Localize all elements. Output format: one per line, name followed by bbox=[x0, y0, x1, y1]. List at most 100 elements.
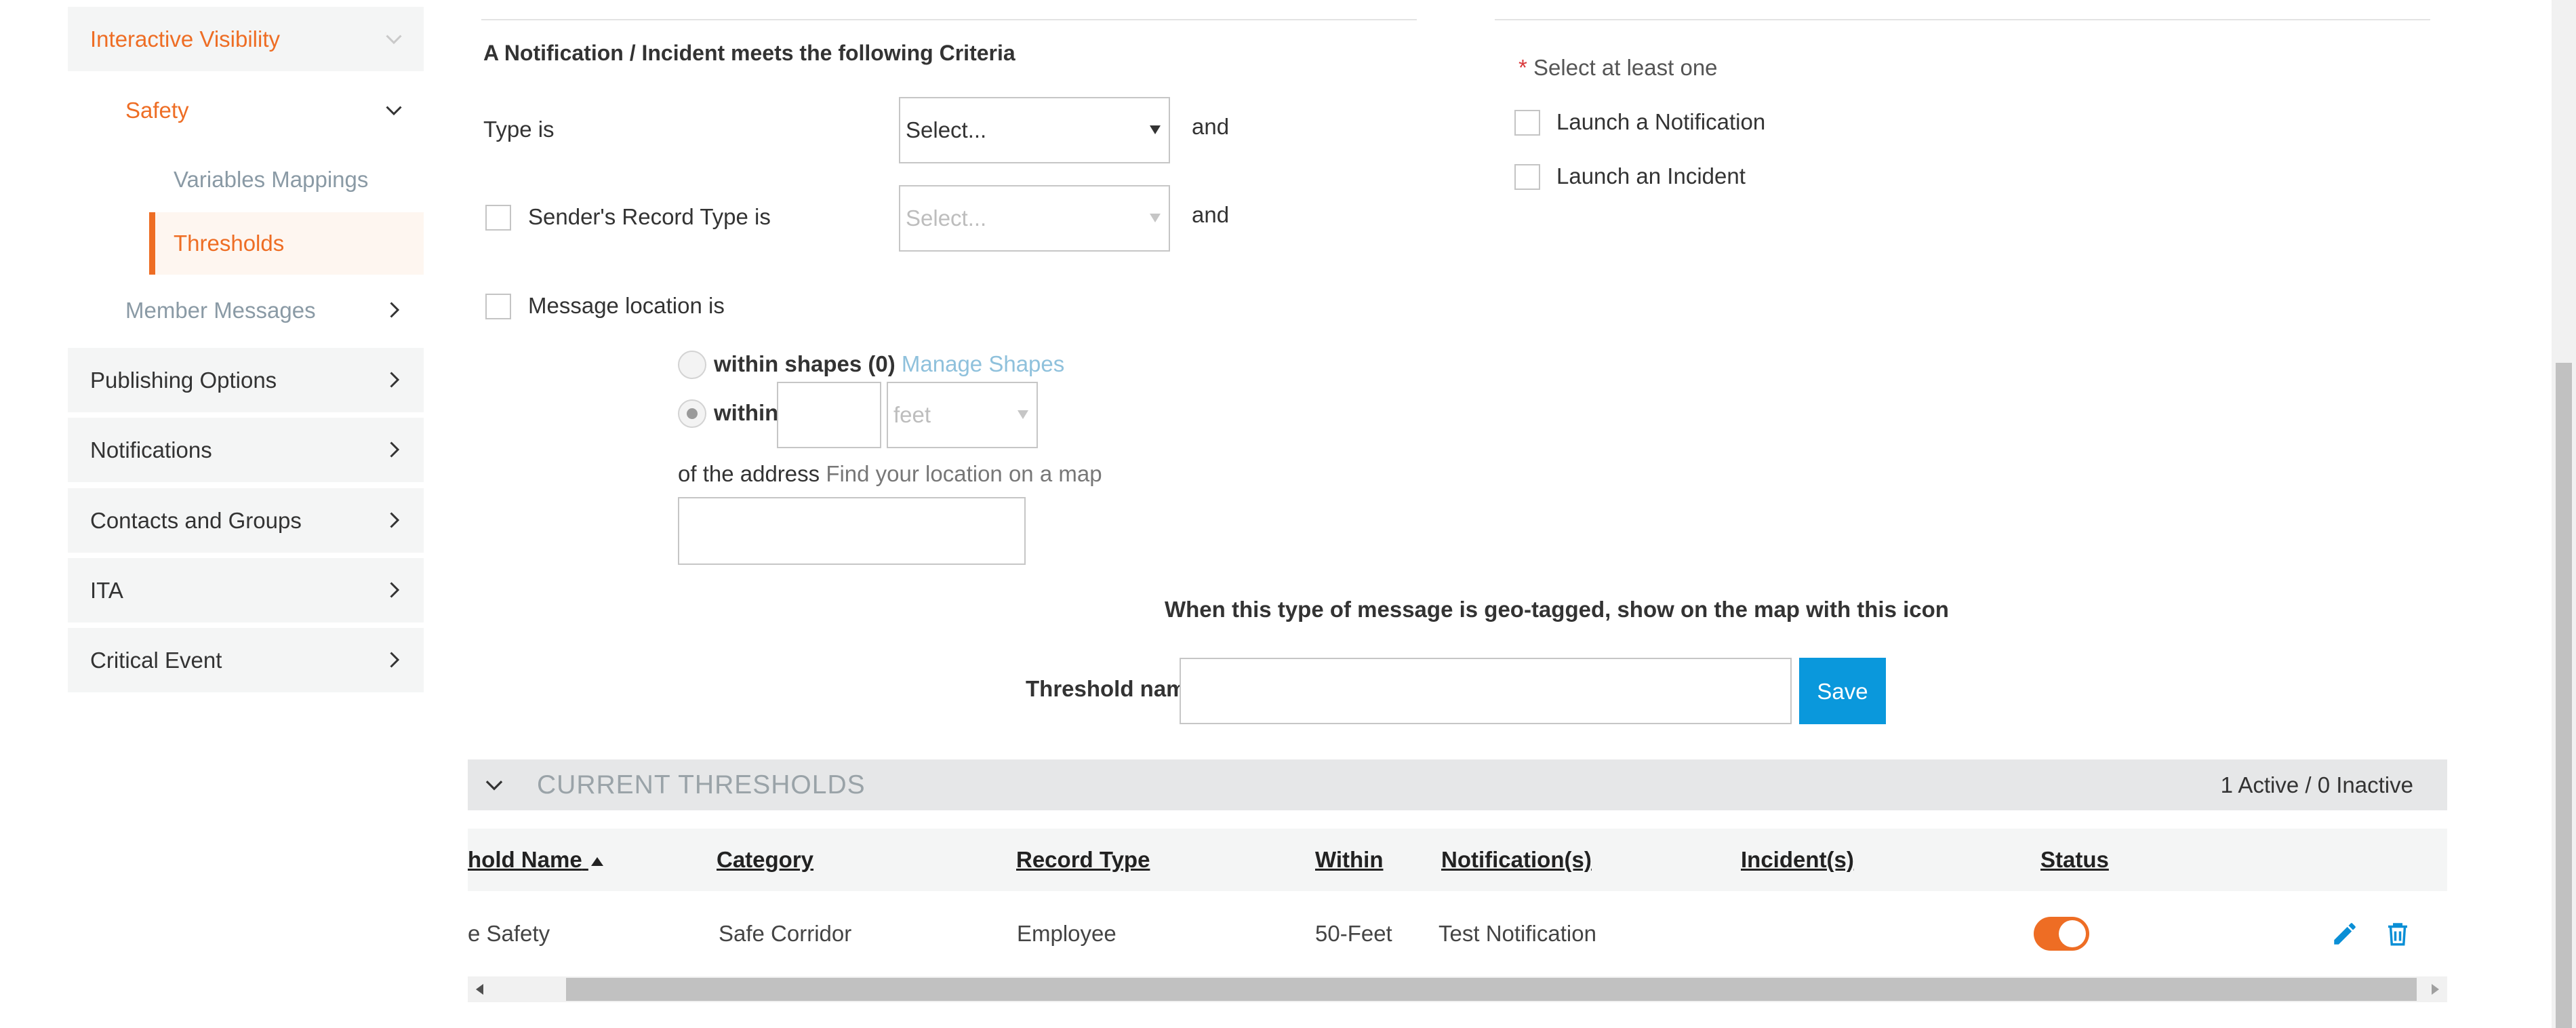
chevron-right-icon bbox=[390, 372, 400, 388]
sidebar-item-ita[interactable]: ITA bbox=[68, 558, 424, 622]
vertical-scrollbar-thumb[interactable] bbox=[2556, 363, 2572, 1028]
within-shapes-label: within shapes (0) Manage Shapes bbox=[714, 351, 1064, 377]
sidebar-subitem-label: Thresholds bbox=[174, 231, 285, 256]
find-location-link[interactable]: Find your location on a map bbox=[826, 461, 1102, 486]
sidebar-item-label: ITA bbox=[90, 578, 123, 603]
scroll-right-arrow-icon[interactable] bbox=[2432, 984, 2439, 995]
select-at-least-one-text: Select at least one bbox=[1533, 55, 1718, 80]
sidebar-item-label: Contacts and Groups bbox=[90, 508, 302, 533]
type-select[interactable]: Select... bbox=[899, 97, 1170, 163]
sidebar-subitem-label: Variables Mappings bbox=[174, 167, 369, 192]
table-header-row: hold Name Category Record Type Within No… bbox=[468, 829, 2447, 891]
sidebar-item-label: Interactive Visibility bbox=[90, 26, 281, 52]
sidebar-item-notifications[interactable]: Notifications bbox=[68, 418, 424, 482]
and-label: and bbox=[1192, 114, 1230, 139]
column-header-threshold-name[interactable]: hold Name bbox=[468, 829, 603, 891]
section-divider bbox=[1495, 19, 2430, 20]
horizontal-scrollbar-thumb[interactable] bbox=[566, 978, 2417, 1001]
radio-selected-dot bbox=[687, 408, 698, 419]
status-toggle[interactable] bbox=[2034, 917, 2089, 951]
type-select-value: Select... bbox=[906, 117, 987, 142]
dropdown-arrow-icon bbox=[1018, 410, 1028, 419]
cell-within: 50-Feet bbox=[1315, 921, 1392, 946]
table-row: e Safety Safe Corridor Employee 50-Feet … bbox=[468, 891, 2447, 976]
type-label: Type is bbox=[483, 117, 555, 142]
column-header-within[interactable]: Within bbox=[1315, 829, 1384, 891]
within-shapes-text: within shapes bbox=[714, 351, 862, 376]
threshold-name-label: Threshold name bbox=[1026, 676, 1199, 701]
chevron-right-icon bbox=[390, 652, 400, 668]
sender-select-value: Select... bbox=[906, 205, 987, 231]
sidebar-subitem-member-messages[interactable]: Member Messages bbox=[68, 278, 424, 342]
launch-notification-checkbox[interactable] bbox=[1514, 110, 1540, 136]
column-header-category[interactable]: Category bbox=[717, 829, 813, 891]
sidebar-item-interactive-visibility[interactable]: Interactive Visibility bbox=[68, 7, 424, 71]
current-thresholds-header[interactable]: CURRENT THRESHOLDS 1 Active / 0 Inactive bbox=[468, 759, 2447, 810]
and-label: and bbox=[1192, 202, 1230, 227]
launch-notification-label: Launch a Notification bbox=[1556, 109, 1766, 134]
chevron-right-icon bbox=[390, 441, 400, 458]
cell-threshold-name: e Safety bbox=[468, 921, 550, 946]
sidebar-item-critical-event[interactable]: Critical Event bbox=[68, 628, 424, 692]
chevron-right-icon bbox=[390, 582, 400, 598]
launch-incident-label: Launch an Incident bbox=[1556, 163, 1746, 189]
chevron-down-icon bbox=[386, 35, 402, 45]
manage-shapes-link[interactable]: Manage Shapes bbox=[902, 351, 1064, 376]
cell-record-type: Employee bbox=[1017, 921, 1116, 946]
trash-delete-icon[interactable] bbox=[2383, 920, 2412, 948]
sidebar-item-label: Publishing Options bbox=[90, 368, 277, 393]
distance-unit-select[interactable]: feet bbox=[887, 382, 1038, 448]
column-header-status[interactable]: Status bbox=[2040, 829, 2109, 891]
sidebar-subitem-thresholds[interactable]: Thresholds bbox=[149, 212, 424, 275]
cell-category: Safe Corridor bbox=[719, 921, 852, 946]
vertical-scrollbar[interactable] bbox=[2552, 0, 2576, 1028]
chevron-right-icon bbox=[390, 512, 400, 528]
horizontal-scrollbar[interactable] bbox=[468, 976, 2447, 1002]
distance-unit-value: feet bbox=[893, 402, 931, 427]
chevron-right-icon bbox=[390, 302, 400, 318]
section-divider bbox=[481, 19, 1417, 20]
sidebar-subitem-variables-mappings[interactable]: Variables Mappings bbox=[149, 149, 424, 210]
sender-record-type-checkbox[interactable] bbox=[485, 205, 511, 231]
distance-input[interactable] bbox=[777, 382, 881, 448]
sender-record-type-select[interactable]: Select... bbox=[899, 185, 1170, 252]
sidebar-subitem-label: Member Messages bbox=[125, 298, 316, 323]
sidebar-item-label: Notifications bbox=[90, 437, 212, 462]
threshold-name-input[interactable] bbox=[1180, 658, 1792, 724]
column-header-notifications[interactable]: Notification(s) bbox=[1441, 829, 1592, 891]
threshold-count: 1 Active / 0 Inactive bbox=[2220, 772, 2413, 797]
dropdown-arrow-icon bbox=[1150, 125, 1161, 134]
shapes-count: (0) bbox=[868, 351, 895, 376]
within-shapes-radio[interactable] bbox=[678, 351, 706, 379]
current-thresholds-title: CURRENT THRESHOLDS bbox=[537, 770, 866, 799]
required-asterisk: * bbox=[1518, 55, 1527, 80]
criteria-heading: A Notification / Incident meets the foll… bbox=[483, 41, 1015, 65]
toggle-knob bbox=[2059, 920, 2086, 947]
cell-notifications: Test Notification bbox=[1438, 921, 1596, 946]
column-header-label: hold Name bbox=[468, 847, 582, 872]
sender-record-type-label: Sender's Record Type is bbox=[528, 204, 771, 229]
save-button[interactable]: Save bbox=[1799, 658, 1886, 724]
column-header-incidents[interactable]: Incident(s) bbox=[1741, 829, 1854, 891]
of-the-address-text: of the address bbox=[678, 461, 820, 486]
geo-tag-text: When this type of message is geo-tagged,… bbox=[1165, 597, 1949, 622]
address-input[interactable] bbox=[678, 497, 1026, 565]
select-at-least-one-label: * Select at least one bbox=[1518, 55, 1718, 81]
message-location-checkbox[interactable] bbox=[485, 294, 511, 319]
within-distance-radio[interactable] bbox=[678, 399, 706, 428]
scroll-left-arrow-icon[interactable] bbox=[476, 984, 483, 995]
address-label: of the address Find your location on a m… bbox=[678, 461, 1102, 487]
within-label: within bbox=[714, 400, 779, 425]
launch-incident-checkbox[interactable] bbox=[1514, 164, 1540, 190]
chevron-down-icon bbox=[485, 780, 503, 791]
sidebar-item-publishing-options[interactable]: Publishing Options bbox=[68, 348, 424, 412]
sidebar-item-contacts-and-groups[interactable]: Contacts and Groups bbox=[68, 488, 424, 553]
sidebar-item-label: Critical Event bbox=[90, 648, 222, 673]
sidebar-subitem-label: Safety bbox=[125, 98, 189, 123]
pencil-edit-icon[interactable] bbox=[2331, 920, 2359, 948]
sidebar-subitem-safety[interactable]: Safety bbox=[68, 78, 424, 142]
column-header-record-type[interactable]: Record Type bbox=[1016, 829, 1150, 891]
message-location-label: Message location is bbox=[528, 293, 725, 318]
chevron-down-icon bbox=[386, 106, 402, 116]
sort-ascending-icon bbox=[590, 856, 603, 866]
